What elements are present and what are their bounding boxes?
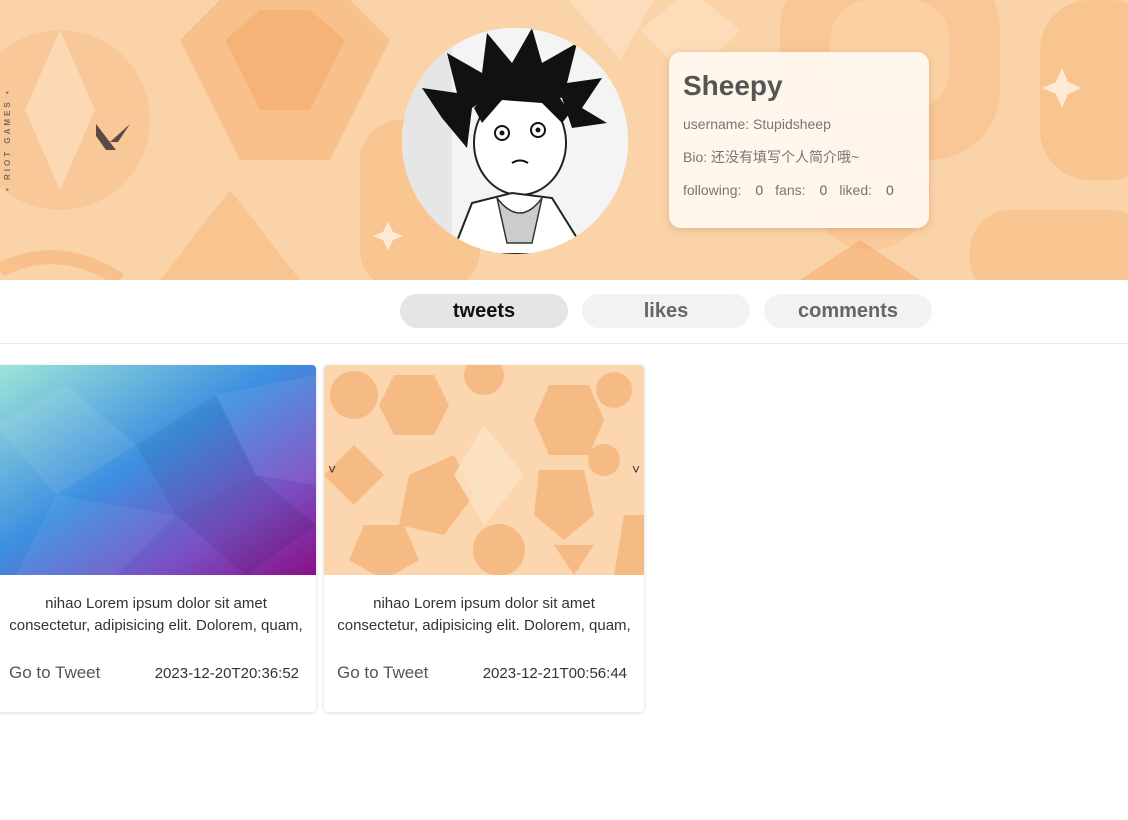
- riot-games-text: • RIOT GAMES •: [3, 88, 12, 192]
- tab-tweets[interactable]: tweets: [400, 294, 568, 328]
- profile-stats: following: 0 fans: 0 liked: 0: [683, 182, 915, 198]
- tab-likes[interactable]: likes: [582, 294, 750, 328]
- avatar-image: [402, 28, 628, 254]
- profile-name: Sheepy: [683, 70, 783, 101]
- tweet-image[interactable]: [0, 365, 316, 575]
- tweet-date: 2023-12-20T20:36:52: [154, 665, 299, 682]
- liked-count[interactable]: 0: [886, 182, 894, 198]
- following-count[interactable]: 0: [755, 182, 763, 198]
- profile-info-card: Sheepy username: Stupidsheep Bio: 还没有填写个…: [669, 52, 929, 228]
- tweet-date: 2023-12-21T00:56:44: [482, 665, 627, 682]
- fans-label: fans:: [775, 182, 806, 198]
- tweet-card[interactable]: nihao Lorem ipsum dolor sit amet consect…: [0, 365, 316, 712]
- go-to-tweet-link[interactable]: Go to Tweet: [337, 663, 428, 683]
- liked-label: liked:: [839, 182, 873, 198]
- tabs-divider: [0, 343, 1128, 344]
- tweet-text: nihao Lorem ipsum dolor sit amet consect…: [337, 595, 631, 634]
- carousel-prev-icon[interactable]: ˅: [328, 461, 336, 477]
- following-label: following:: [683, 182, 742, 198]
- profile-username: username: Stupidsheep: [683, 116, 831, 132]
- tweet-card[interactable]: ˅ ˅ nihao Lorem ipsum dolor sit amet con…: [324, 365, 644, 712]
- carousel-next-icon[interactable]: ˅: [632, 461, 640, 477]
- profile-bio: Bio: 还没有填写个人简介哦~: [683, 149, 860, 165]
- tweet-image[interactable]: [324, 365, 644, 575]
- profile-banner: • RIOT GAMES • Sheepy username: Stupidsh…: [0, 0, 1128, 280]
- valorant-logo-icon: [96, 124, 130, 150]
- tweet-text: nihao Lorem ipsum dolor sit amet consect…: [9, 595, 303, 634]
- fans-count[interactable]: 0: [820, 182, 828, 198]
- go-to-tweet-link[interactable]: Go to Tweet: [9, 663, 100, 683]
- tab-comments[interactable]: comments: [764, 294, 932, 328]
- avatar[interactable]: [402, 28, 628, 254]
